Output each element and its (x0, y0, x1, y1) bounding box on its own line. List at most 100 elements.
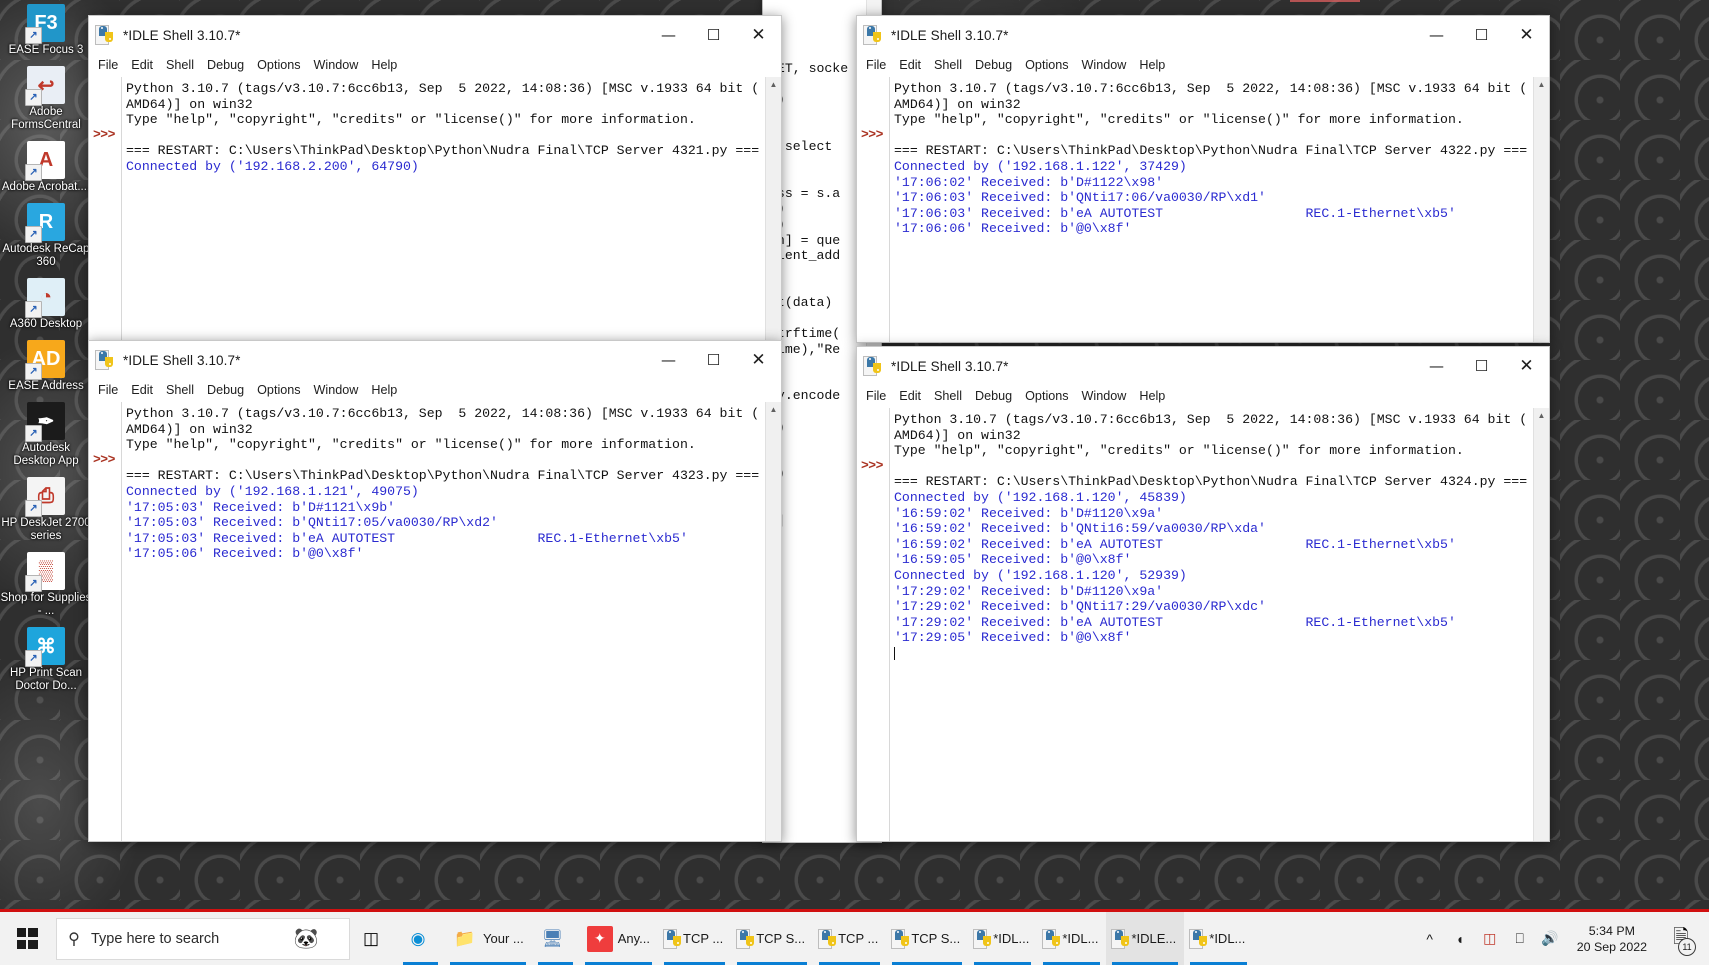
menu-help[interactable]: Help (1139, 389, 1165, 403)
notification-button[interactable]: 🗎 11 (1659, 912, 1703, 965)
idle-shell-window-4321[interactable]: *IDLE Shell 3.10.7* — ☐ ✕ File Edit Shell Debug… (88, 15, 782, 343)
menu-window[interactable]: Window (314, 58, 359, 72)
console-scrollbar[interactable]: ▲ (765, 402, 781, 841)
minimize-button[interactable]: — (646, 16, 691, 54)
desktop-icon-autodesk-desktop-app[interactable]: ✒ ↗ Autodesk Desktop App (0, 402, 92, 468)
menu-help[interactable]: Help (1139, 58, 1165, 72)
menu-file[interactable]: File (98, 383, 118, 397)
taskbar-button-tcp-1[interactable]: TCP ... (658, 912, 731, 965)
taskbar-button-anydesk[interactable]: ✦ Any... (579, 912, 658, 965)
maximize-button[interactable]: ☐ (1459, 347, 1504, 385)
desktop-icon-shop-for-supplies[interactable]: ▒ ↗ Shop for Supplies - ... (0, 552, 92, 618)
minimize-button[interactable]: — (646, 341, 691, 379)
desktop-icon-ease-address[interactable]: AD ↗ EASE Address (0, 340, 92, 393)
console-output-line: '16:59:02' Received: b'eA AUTOTEST REC.1… (894, 536, 1456, 552)
taskbar-button-idle-4[interactable]: *IDL... (1184, 912, 1253, 965)
shell-console-output[interactable]: Python 3.10.7 (tags/v3.10.7:6cc6b13, Sep… (889, 77, 1533, 342)
taskbar-button-edge[interactable]: ◉ (397, 912, 444, 965)
start-button[interactable] (0, 912, 54, 965)
taskbar-button-label: TCP ... (683, 931, 724, 946)
menu-file[interactable]: File (866, 58, 886, 72)
close-button[interactable]: ✕ (736, 16, 781, 54)
window-title-bar[interactable]: *IDLE Shell 3.10.7* — ☐ ✕ (89, 16, 781, 54)
desktop-icon-ease-focus-3[interactable]: F3 ↗ EASE Focus 3 (0, 4, 92, 57)
menu-help[interactable]: Help (371, 383, 397, 397)
volume-icon[interactable]: 🔊 (1535, 912, 1565, 965)
desktop-icon-hp-print-scan-doctor[interactable]: ⌘ ↗ HP Print Scan Doctor Do... (0, 627, 92, 693)
taskbar-clock[interactable]: 5:34 PM 20 Sep 2022 (1565, 912, 1659, 965)
scroll-up-icon[interactable]: ▲ (766, 402, 781, 416)
window-title-bar[interactable]: *IDLE Shell 3.10.7* — ☐ ✕ (89, 341, 781, 379)
taskbar-button-remote-desktop[interactable]: 🖥 (532, 912, 579, 965)
scroll-up-icon[interactable]: ▲ (1534, 77, 1549, 91)
menu-debug[interactable]: Debug (207, 383, 244, 397)
shell-console-output[interactable]: Python 3.10.7 (tags/v3.10.7:6cc6b13, Sep… (121, 77, 765, 342)
desktop-icon-label: Autodesk Desktop App (13, 442, 79, 467)
console-scrollbar[interactable]: ▲ (1533, 408, 1549, 841)
menu-debug[interactable]: Debug (975, 389, 1012, 403)
autodesk-desktop-app-icon: ✒ ↗ (25, 402, 65, 442)
desktop-icon-hp-deskjet-2700-series[interactable]: ⎙ ↗ HP DeskJet 2700 series (0, 477, 92, 543)
menu-shell[interactable]: Shell (166, 383, 194, 397)
menu-edit[interactable]: Edit (131, 58, 153, 72)
desktop-icon-label: EASE Address (8, 380, 84, 392)
window-title-bar[interactable]: *IDLE Shell 3.10.7* — ☐ ✕ (857, 347, 1549, 385)
menu-options[interactable]: Options (257, 383, 300, 397)
menu-debug[interactable]: Debug (207, 58, 244, 72)
desktop-icon-a360-desktop[interactable]: ◔ ↗ A360 Desktop (0, 278, 92, 331)
network-icon[interactable]: ⎕ (1505, 912, 1535, 965)
desktop-icon-adobe-formscentral[interactable]: ↩ ↗ Adobe FormsCentral (0, 66, 92, 132)
taskbar-button-idle-1[interactable]: *IDL... (968, 912, 1037, 965)
idle-shell-window-4324[interactable]: *IDLE Shell 3.10.7* — ☐ ✕ File Edit Shell Debug… (856, 346, 1550, 842)
task-view-button[interactable]: ◫ (350, 912, 397, 965)
taskbar-button-tcp-2[interactable]: TCP S... (731, 912, 813, 965)
menu-shell[interactable]: Shell (934, 58, 962, 72)
maximize-button[interactable]: ☐ (691, 16, 736, 54)
minimize-button[interactable]: — (1414, 16, 1459, 54)
close-button[interactable]: ✕ (1504, 347, 1549, 385)
menu-help[interactable]: Help (371, 58, 397, 72)
menu-options[interactable]: Options (257, 58, 300, 72)
anydesk-icon: ✦ (586, 925, 613, 952)
battery-icon[interactable]: ◫ (1475, 912, 1505, 965)
scroll-up-icon[interactable]: ▲ (766, 77, 781, 91)
idle-shell-window-4323[interactable]: *IDLE Shell 3.10.7* — ☐ ✕ File Edit Shell Debug… (88, 340, 782, 842)
menu-window[interactable]: Window (314, 383, 359, 397)
close-button[interactable]: ✕ (736, 341, 781, 379)
show-hidden-icons-button[interactable]: ^ (1415, 912, 1445, 965)
menu-options[interactable]: Options (1025, 58, 1068, 72)
taskbar-button-tcp-4[interactable]: TCP S... (886, 912, 968, 965)
menu-window[interactable]: Window (1082, 58, 1127, 72)
taskbar-button-tcp-3[interactable]: TCP ... (813, 912, 886, 965)
minimize-button[interactable]: — (1414, 347, 1459, 385)
desktop-icon-adobe-acrobat[interactable]: A ↗ Adobe Acrobat.... (0, 141, 92, 194)
search-input[interactable]: ⚲ Type here to search 🐼 (56, 917, 350, 960)
menu-edit[interactable]: Edit (899, 389, 921, 403)
close-button[interactable]: ✕ (1504, 16, 1549, 54)
menu-file[interactable]: File (98, 58, 118, 72)
shell-console-output[interactable]: Python 3.10.7 (tags/v3.10.7:6cc6b13, Sep… (121, 402, 765, 841)
camera-icon[interactable]: ◖ (1445, 912, 1475, 965)
menu-file[interactable]: File (866, 389, 886, 403)
console-scrollbar[interactable]: ▲ (1533, 77, 1549, 342)
maximize-button[interactable]: ☐ (691, 341, 736, 379)
taskbar-button-idle-3[interactable]: *IDLE... (1106, 912, 1185, 965)
taskbar-button-idle-2[interactable]: *IDL... (1037, 912, 1106, 965)
idle-shell-window-4322[interactable]: *IDLE Shell 3.10.7* — ☐ ✕ File Edit Shell Debug… (856, 15, 1550, 343)
window-title-bar[interactable]: *IDLE Shell 3.10.7* — ☐ ✕ (857, 16, 1549, 54)
desktop-icon-autodesk-recap-360[interactable]: R ↗ Autodesk ReCap 360 (0, 203, 92, 269)
taskbar-button-file-explorer[interactable]: 📁 Your ... (444, 912, 532, 965)
menu-shell[interactable]: Shell (166, 58, 194, 72)
menu-window[interactable]: Window (1082, 389, 1127, 403)
scroll-up-icon[interactable]: ▲ (1534, 408, 1549, 422)
menu-debug[interactable]: Debug (975, 58, 1012, 72)
maximize-button[interactable]: ☐ (1459, 16, 1504, 54)
shell-console-output[interactable]: Python 3.10.7 (tags/v3.10.7:6cc6b13, Sep… (889, 408, 1533, 841)
menu-shell[interactable]: Shell (934, 389, 962, 403)
menu-edit[interactable]: Edit (131, 383, 153, 397)
console-scrollbar[interactable]: ▲ (765, 77, 781, 342)
menu-options[interactable]: Options (1025, 389, 1068, 403)
shop-for-supplies-icon: ▒ ↗ (25, 552, 65, 592)
menu-edit[interactable]: Edit (899, 58, 921, 72)
console-banner-line: Type "help", "copyright", "credits" or "… (894, 112, 1464, 128)
